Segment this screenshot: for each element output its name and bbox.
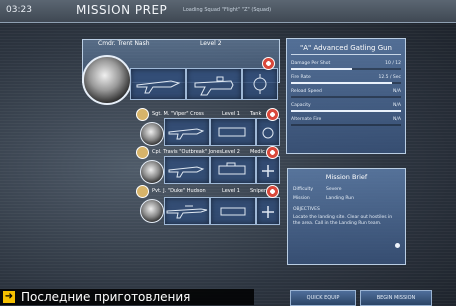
weapon-title: "A" Advanced Gatling Gun	[291, 42, 401, 55]
member-3-secondary-slot[interactable]	[210, 197, 256, 225]
member-1-item-slot[interactable]	[256, 118, 280, 146]
cannon-icon	[218, 127, 246, 137]
stat-value: 10 / 12	[385, 61, 401, 66]
mission-brief-title: Mission Brief	[325, 173, 368, 181]
stat-fire-rate: Fire Rate 12.5 / Sec	[291, 75, 401, 84]
mission-value: Landing Run	[326, 196, 354, 201]
caption-bar: ➜ Последние приготовления	[0, 289, 254, 305]
member-2-secondary-slot[interactable]	[210, 156, 256, 184]
member-1-avatar[interactable]	[140, 122, 164, 146]
member-2-item-slot[interactable]	[256, 156, 280, 184]
stat-capacity: Capacity N/A	[291, 103, 401, 112]
member-3-item-slot[interactable]	[256, 197, 280, 225]
member-3-level: Level 1	[222, 188, 240, 194]
member-2-medic-icon	[266, 146, 279, 159]
scroll-indicator-icon[interactable]	[395, 243, 400, 248]
member-2-avatar[interactable]	[140, 160, 164, 184]
member-2-tag: Medic	[250, 149, 265, 155]
stat-bar	[291, 68, 401, 70]
member-2-name: Cpl. Travis "Outbreak" Jones	[152, 149, 223, 155]
stat-fill	[291, 110, 401, 112]
stat-value: N/A	[393, 103, 401, 108]
member-1-name: Sgt. M. "Viper" Cross	[152, 111, 204, 117]
member-1-secondary-slot[interactable]	[210, 118, 256, 146]
leader-avatar[interactable]	[82, 55, 132, 105]
member-3-primary-slot[interactable]	[164, 197, 210, 225]
rifle-icon	[168, 166, 205, 178]
member-1-rank-icon	[136, 108, 149, 121]
member-3-header: Pvt. J. "Duke" Hudson Level 1 Sniper	[150, 187, 268, 196]
leader-header: Cmdr. Trent Nash Level 2	[82, 39, 278, 49]
difficulty-label: Difficulty	[293, 187, 314, 192]
stat-value: N/A	[393, 117, 401, 122]
member-3-rank-icon	[136, 185, 149, 198]
rifle-icon	[168, 128, 205, 140]
stat-bar	[291, 110, 401, 112]
gatling-gun-icon	[194, 76, 234, 96]
leader-level: Level 2	[200, 40, 222, 47]
quick-equip-button[interactable]: QUICK EQUIP	[290, 290, 356, 306]
sniper-rifle-icon	[166, 205, 208, 219]
member-2-level: Level 2	[222, 149, 240, 155]
gadget-icon	[253, 74, 267, 94]
plus-icon	[262, 206, 274, 218]
stat-alternate-fire: Alternate Fire N/A	[291, 117, 401, 126]
begin-mission-button[interactable]: BEGIN MISSION	[360, 290, 432, 306]
stat-bar	[291, 124, 401, 126]
weapon-stats-panel: "A" Advanced Gatling Gun Damage Per Shot…	[286, 38, 406, 154]
member-3-tag: Sniper	[250, 188, 267, 194]
member-1-level: Level 1	[222, 111, 240, 117]
stat-bar	[291, 96, 401, 98]
screen-subtitle: Loading Squad "Flight" "Z" (Squad)	[183, 7, 272, 13]
difficulty-value: Severe	[326, 187, 342, 192]
leader-secondary-weapon-slot[interactable]	[186, 68, 242, 100]
mission-brief-panel: Mission Brief Difficulty Severe Mission …	[287, 168, 406, 265]
member-1-medic-icon	[266, 108, 279, 121]
medkit-icon	[262, 165, 274, 177]
member-1-primary-slot[interactable]	[164, 118, 210, 146]
leader-item-slot[interactable]	[242, 68, 278, 100]
stat-bar	[291, 82, 401, 84]
stat-label: Damage Per Shot	[291, 61, 331, 66]
objectives-label: OBJECTIVES	[293, 207, 320, 212]
stat-label: Alternate Fire	[291, 117, 322, 122]
rifle-icon	[136, 80, 181, 94]
leader-name: Cmdr. Trent Nash	[98, 40, 150, 47]
member-1-tag: Tank	[250, 111, 262, 117]
caption-text: Последние приготовления	[21, 290, 191, 304]
mission-label: Mission	[293, 196, 310, 201]
member-3-avatar[interactable]	[140, 199, 164, 223]
pistol-icon	[220, 207, 246, 216]
stat-damage: Damage Per Shot 10 / 12	[291, 61, 401, 70]
clock-time: 03:23	[6, 5, 32, 15]
stat-label: Capacity	[291, 103, 311, 108]
leader-primary-weapon-slot[interactable]	[130, 68, 186, 100]
top-bar: 03:23 MISSION PREP Loading Squad "Flight…	[0, 0, 456, 23]
launcher-icon	[218, 162, 246, 175]
member-2-rank-icon	[136, 146, 149, 159]
stat-fill	[291, 82, 393, 84]
member-3-name: Pvt. J. "Duke" Hudson	[152, 188, 206, 194]
objectives-text: Locate the landing site. Clear out hosti…	[293, 215, 393, 226]
screen-title: MISSION PREP	[76, 3, 168, 17]
stat-label: Reload Speed	[291, 89, 322, 94]
member-2-primary-slot[interactable]	[164, 156, 210, 184]
grenade-icon	[262, 127, 274, 139]
stat-label: Fire Rate	[291, 75, 311, 80]
stat-reload: Reload Speed N/A	[291, 89, 401, 98]
arrow-right-icon: ➜	[3, 291, 15, 303]
leader-medal-icon	[262, 57, 275, 70]
member-3-medic-icon	[266, 185, 279, 198]
stat-value: N/A	[393, 89, 401, 94]
stat-fill	[291, 68, 352, 70]
stat-value: 12.5 / Sec	[378, 75, 402, 80]
